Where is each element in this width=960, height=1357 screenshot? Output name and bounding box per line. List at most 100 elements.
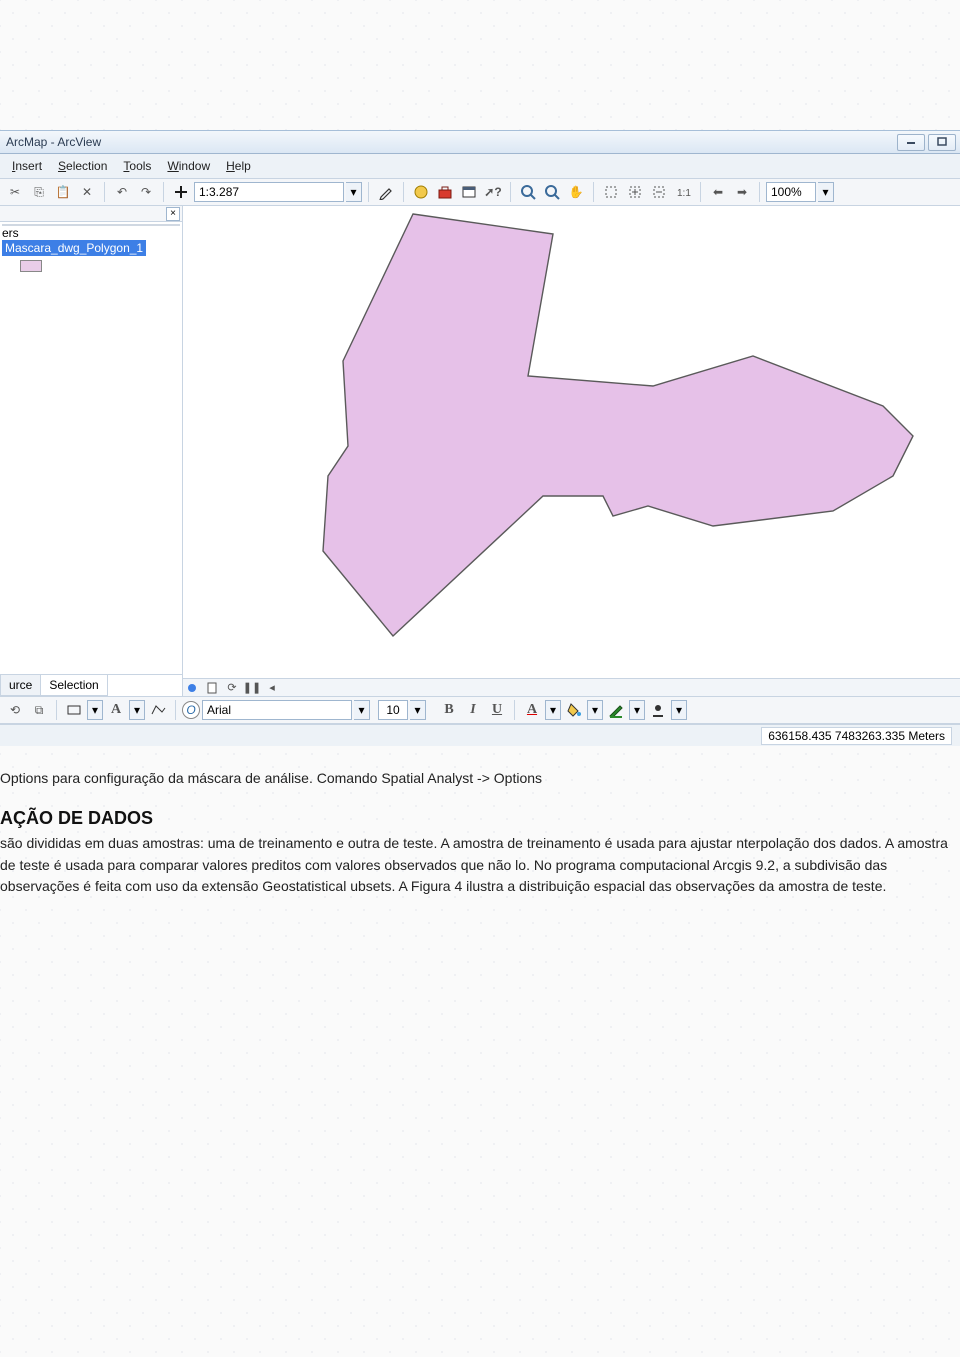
triangle-left-icon: ◂ bbox=[269, 681, 275, 694]
font-o-icon: O bbox=[186, 703, 195, 717]
marker-color-dropdown[interactable]: ▾ bbox=[671, 700, 687, 720]
font-color-icon: A bbox=[527, 702, 537, 718]
layout-view-icon bbox=[206, 682, 218, 694]
chevron-down-icon: ▾ bbox=[134, 703, 140, 717]
add-data-button[interactable] bbox=[170, 181, 192, 203]
cut-button[interactable]: ✂ bbox=[4, 181, 26, 203]
font-dropdown-arrow[interactable]: ▾ bbox=[354, 700, 370, 720]
menubar: IInsertnsert SelectionSelection ToolsToo… bbox=[0, 154, 960, 179]
document-body: Options para configuração da máscara de … bbox=[0, 746, 960, 938]
fill-color-button[interactable] bbox=[563, 699, 585, 721]
section-paragraph: são divididas em duas amostras: uma de t… bbox=[0, 833, 960, 898]
text-tool-button[interactable]: A bbox=[105, 699, 127, 721]
rectangle-button[interactable] bbox=[63, 699, 85, 721]
group-icon: ⧉ bbox=[35, 703, 44, 718]
text-dropdown[interactable]: ▾ bbox=[129, 700, 145, 720]
redo-button[interactable]: ↷ bbox=[135, 181, 157, 203]
maximize-icon bbox=[936, 137, 948, 147]
pause-icon: ❚❚ bbox=[243, 681, 261, 694]
tab-selection[interactable]: Selection bbox=[40, 675, 107, 696]
statusbar: 636158.435 7483263.335 Meters bbox=[0, 724, 960, 746]
redo-icon: ↷ bbox=[141, 185, 151, 199]
chevron-down-icon: ▾ bbox=[634, 703, 640, 717]
chevron-down-icon: ▾ bbox=[550, 703, 556, 717]
text-a-icon: A bbox=[111, 702, 121, 718]
menu-window[interactable]: WindowWindow bbox=[161, 157, 216, 175]
rotate-icon: ⟲ bbox=[10, 703, 20, 717]
toc-drag-handle[interactable] bbox=[2, 224, 180, 226]
table-of-contents: × ers Mascara_dwg_Polygon_1 urce Selecti… bbox=[0, 206, 183, 696]
undo-icon: ↶ bbox=[117, 185, 127, 199]
chevron-down-icon: ▾ bbox=[358, 703, 364, 717]
rotate-button[interactable]: ⟲ bbox=[4, 699, 26, 721]
group-button[interactable]: ⧉ bbox=[28, 699, 50, 721]
menu-selection[interactable]: SelectionSelection bbox=[52, 157, 113, 175]
toolbar-separator bbox=[56, 700, 57, 720]
chevron-down-icon: ▾ bbox=[592, 703, 598, 717]
italic-icon: I bbox=[470, 702, 475, 718]
toolbar-separator bbox=[104, 182, 105, 202]
scroll-left-button[interactable]: ◂ bbox=[265, 681, 279, 695]
group-layer-row[interactable]: ers bbox=[2, 226, 180, 240]
underline-button[interactable]: U bbox=[486, 699, 508, 721]
paste-button[interactable]: 📋 bbox=[52, 181, 74, 203]
pause-button[interactable]: ❚❚ bbox=[245, 681, 259, 695]
map-view[interactable]: ⟳ ❚❚ ◂ bbox=[183, 206, 960, 696]
pen-icon bbox=[608, 702, 624, 718]
data-view-button[interactable] bbox=[185, 681, 199, 695]
underline-icon: U bbox=[492, 702, 502, 718]
scissors-icon: ✂ bbox=[10, 185, 20, 199]
menu-tools[interactable]: ToolsTools bbox=[117, 157, 157, 175]
copy-button[interactable]: ⎘ bbox=[28, 181, 50, 203]
edit-vertices-button[interactable] bbox=[147, 699, 169, 721]
minimize-icon bbox=[905, 137, 917, 147]
toolbar-separator bbox=[175, 700, 176, 720]
line-color-dropdown[interactable]: ▾ bbox=[629, 700, 645, 720]
toc-tabs: urce Selection bbox=[0, 674, 182, 696]
undo-button[interactable]: ↶ bbox=[111, 181, 133, 203]
map-polygon bbox=[193, 196, 953, 666]
layout-view-button[interactable] bbox=[205, 681, 219, 695]
window-controls bbox=[897, 134, 956, 151]
toolbar-separator bbox=[514, 700, 515, 720]
bold-button[interactable]: B bbox=[438, 699, 460, 721]
font-size-input[interactable] bbox=[378, 700, 408, 720]
tab-source[interactable]: urce bbox=[0, 675, 41, 696]
font-style-button[interactable]: O bbox=[182, 701, 200, 719]
line-color-button[interactable] bbox=[605, 699, 627, 721]
window-title: ArcMap - ArcView bbox=[4, 135, 101, 149]
figure-caption: Options para configuração da máscara de … bbox=[0, 770, 960, 786]
fill-color-dropdown[interactable]: ▾ bbox=[587, 700, 603, 720]
arcmap-window: ArcMap - ArcView IInsertnsert SelectionS… bbox=[0, 130, 960, 746]
layer-row[interactable]: Mascara_dwg_Polygon_1 bbox=[2, 240, 180, 256]
coordinates-display: 636158.435 7483263.335 Meters bbox=[761, 727, 952, 745]
copy-icon: ⎘ bbox=[34, 185, 44, 200]
map-view-controls: ⟳ ❚❚ ◂ bbox=[183, 678, 960, 696]
delete-icon: ✕ bbox=[82, 185, 92, 199]
font-color-dropdown[interactable]: ▾ bbox=[545, 700, 561, 720]
toc-close-button[interactable]: × bbox=[166, 207, 180, 221]
menu-insert[interactable]: IInsertnsert bbox=[6, 157, 48, 175]
menu-help[interactable]: HelpHelp bbox=[220, 157, 257, 175]
paste-icon: 📋 bbox=[56, 185, 71, 199]
layer-swatch[interactable] bbox=[20, 260, 42, 272]
shape-dropdown[interactable]: ▾ bbox=[87, 700, 103, 720]
bold-icon: B bbox=[444, 702, 453, 718]
drawing-toolbar: ⟲ ⧉ ▾ A ▾ O ▾ ▾ B I U A ▾ ▾ ▾ bbox=[0, 696, 960, 724]
font-size-dropdown-arrow[interactable]: ▾ bbox=[410, 700, 426, 720]
marker-icon bbox=[650, 702, 666, 718]
italic-button[interactable]: I bbox=[462, 699, 484, 721]
toc-body: ers Mascara_dwg_Polygon_1 bbox=[0, 222, 182, 674]
group-label: ers bbox=[2, 226, 19, 240]
font-family-input[interactable] bbox=[202, 700, 352, 720]
toolbar-separator bbox=[163, 182, 164, 202]
marker-color-button[interactable] bbox=[647, 699, 669, 721]
refresh-button[interactable]: ⟳ bbox=[225, 681, 239, 695]
minimize-button[interactable] bbox=[897, 134, 925, 151]
vertices-icon bbox=[150, 702, 166, 718]
font-color-button[interactable]: A bbox=[521, 699, 543, 721]
maximize-button[interactable] bbox=[928, 134, 956, 151]
toc-header: × bbox=[0, 206, 182, 222]
delete-button[interactable]: ✕ bbox=[76, 181, 98, 203]
close-icon: × bbox=[170, 208, 176, 219]
